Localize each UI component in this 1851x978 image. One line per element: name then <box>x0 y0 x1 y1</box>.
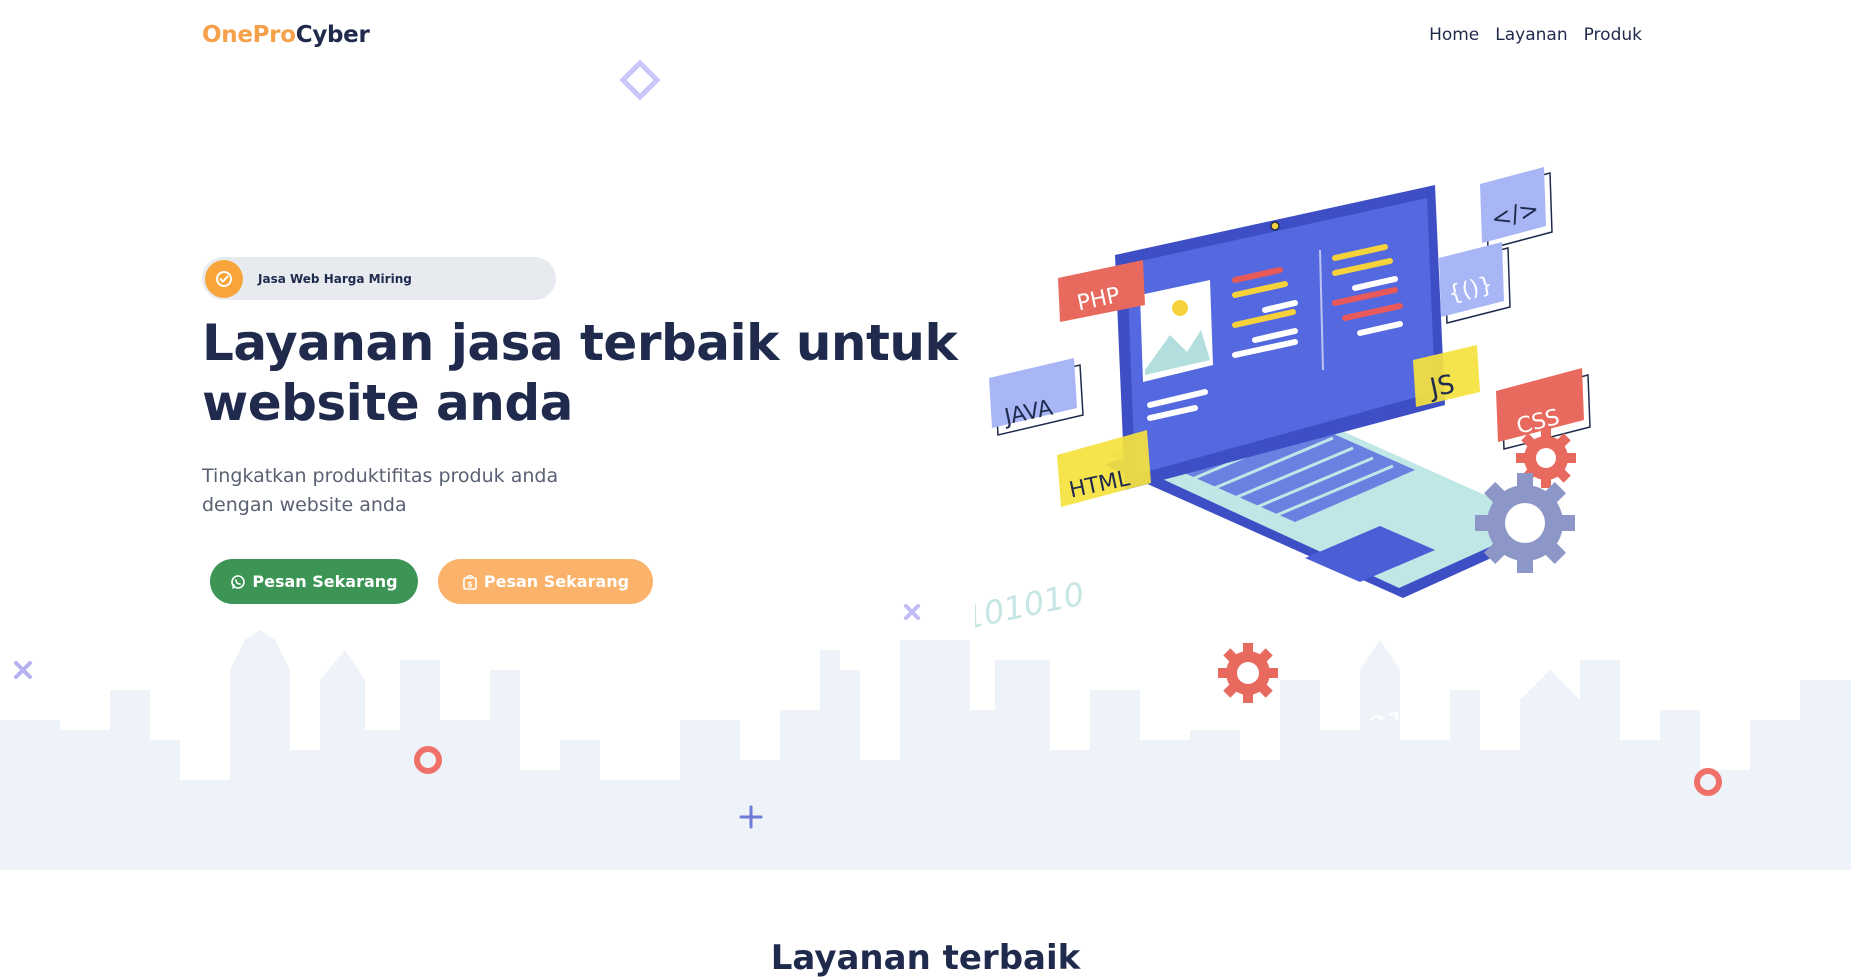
shop-order-label: Pesan Sekarang <box>483 572 630 591</box>
site-logo[interactable]: OneProCyber <box>202 22 370 48</box>
plus-decoration <box>739 805 763 829</box>
laptop-camera <box>1270 221 1280 231</box>
whatsapp-order-button[interactable]: Pesan Sekarang <box>210 559 418 604</box>
tag-html: HTML <box>1057 430 1151 507</box>
ring-decoration <box>414 746 442 774</box>
x-mark-decoration <box>904 604 920 620</box>
diamond-decoration <box>619 59 661 101</box>
hero-laptop-illustration: PHP JAVA HTML JS CSS </> {()} 0101010 <box>975 167 1591 720</box>
screen-image-sun <box>1172 300 1188 316</box>
x-mark-decoration <box>14 661 32 679</box>
binary-text: 0101010 <box>975 574 1088 641</box>
badge-check-icon <box>205 259 243 298</box>
gear-icon <box>1218 643 1278 703</box>
svg-text:$: $ <box>467 580 473 589</box>
hero-badge: Jasa Web Harga Miring <box>202 257 556 300</box>
gear-icon <box>1475 473 1575 573</box>
logo-text-cyber: Cyber <box>295 22 370 48</box>
ring-decoration <box>1694 768 1722 796</box>
hero-subtitle: Tingkatkan produktifitas produk anda den… <box>202 465 559 516</box>
nav-home-link[interactable]: Home <box>1429 25 1479 45</box>
hero-title: Layanan jasa terbaik untuk website anda <box>202 314 958 432</box>
logo-text-onepro: OnePro <box>202 22 296 48</box>
whatsapp-order-label: Pesan Sekarang <box>252 572 398 591</box>
main-nav: Home Layanan Produk <box>1429 25 1642 45</box>
tag-braces: {()} <box>1439 242 1511 324</box>
badge-text: Jasa Web Harga Miring <box>258 271 412 286</box>
nav-layanan-link[interactable]: Layanan <box>1495 25 1567 45</box>
tag-code-brackets: </> <box>1480 167 1553 250</box>
shopping-bag-icon: $ <box>463 574 477 590</box>
nav-produk-link[interactable]: Produk <box>1584 25 1642 45</box>
binary-text-short: 010 <box>1363 699 1431 720</box>
section-title: Layanan terbaik <box>770 938 1081 978</box>
whatsapp-icon <box>231 574 246 589</box>
site-header: OneProCyber Home Layanan Produk <box>202 18 1642 54</box>
shop-order-button[interactable]: $ Pesan Sekarang <box>438 559 653 604</box>
tag-java: JAVA <box>989 358 1084 436</box>
